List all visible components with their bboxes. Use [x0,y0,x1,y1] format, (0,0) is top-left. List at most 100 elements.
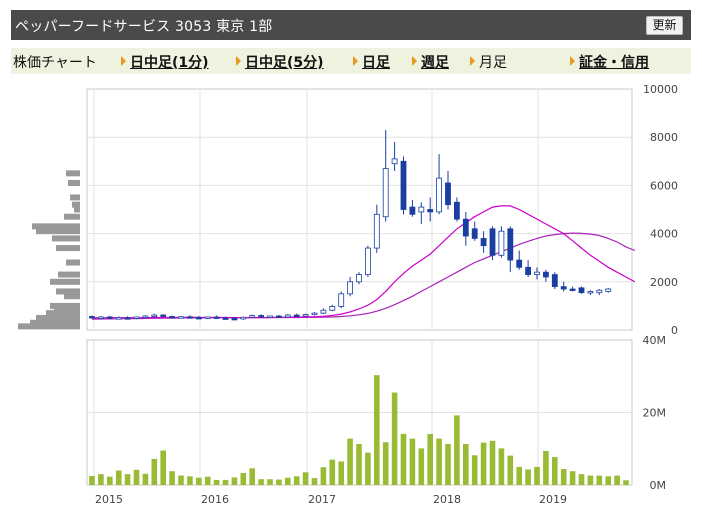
volume-bar [489,440,496,485]
candle-body [569,288,576,291]
candle-body [133,316,140,319]
volume-bar [543,450,549,485]
candle-body [382,168,389,218]
candlesticks [89,129,612,321]
volume-bar [293,476,300,485]
candle-body [124,317,131,320]
volume-bar [302,472,309,485]
candle-body [186,316,193,319]
price-tick-label: 4000 [650,228,678,241]
volume-bar [534,466,540,485]
volume-bar [98,474,104,485]
volume-bar [445,444,451,485]
price-band-bar [66,170,80,177]
volume-bar [338,461,344,485]
candle-body [106,316,113,319]
volume-bar [365,452,371,485]
candle-body [320,309,327,314]
volume-bar [311,478,318,485]
volume-tick-label: 20M [643,407,667,420]
candle-body [551,274,558,288]
volume-bar [178,475,184,485]
volume-bar [409,438,416,485]
candle-body [160,314,167,317]
volume-bar [623,480,629,485]
volume-bar [142,473,149,485]
candle-body [364,247,371,275]
candle-body [249,315,256,318]
volume-bar [463,444,469,485]
candle-body [240,316,247,320]
volume-bar [222,479,229,485]
candle-body [489,228,496,256]
candle-body [498,230,505,256]
volume-bar [267,479,273,485]
volume-bar [276,479,282,485]
candle-body [347,281,354,295]
candle-body [284,314,291,318]
candle-body [329,305,336,311]
price-band-bar [18,323,80,330]
candle-body [578,287,585,294]
price-tick-label: 10000 [643,83,678,96]
candle-body [356,274,362,283]
candle-body [596,289,603,294]
candle-body [293,314,300,317]
volume-tick-label: 40M [643,334,667,347]
volume-bar [596,475,603,485]
price-tick-label: 2000 [650,276,678,289]
candle-body [587,291,594,294]
volume-bar [498,448,505,485]
candle-body [453,201,460,220]
volume-bar [427,433,433,485]
candle-body [560,286,567,290]
volume-bar [552,457,558,485]
candle-body [409,206,416,215]
volume-bar [249,468,255,485]
volume-bar [124,474,131,485]
price-band-bar [56,245,80,252]
volume-bar [614,475,620,485]
volume-bar [418,448,425,485]
volume-bar [231,477,238,485]
candle-body [169,316,176,319]
candle-body [462,218,469,237]
price-band-bar [36,228,80,235]
candle-body [507,228,514,261]
candle-body [543,271,549,278]
volume-bar [605,476,611,485]
moving-averages [91,205,636,320]
candle-body [534,271,540,275]
volume-bar [320,467,327,485]
price-band-bar [58,271,80,278]
candle-body [89,316,95,319]
candle-body [98,316,104,319]
volume-bar [160,450,166,485]
candle-body [213,316,220,319]
volume-bar [213,479,220,485]
volume-bar [587,475,594,485]
candle-body [115,317,122,320]
candle-body [222,317,229,320]
candle-body [400,160,407,210]
price-band-bar [50,278,80,285]
price-tick-label: 8000 [650,131,678,144]
candle-body [373,213,380,249]
volume-tick-label: 0M [650,479,667,492]
candle-body [436,177,443,213]
candle-body [302,314,309,317]
volume-bar [196,477,202,485]
volume-bars [89,375,629,485]
candle-body [142,315,149,318]
price-band-bar [68,179,80,186]
candle-body [391,158,398,165]
price-plot-frame [86,88,633,331]
candle-body [151,314,158,317]
candle-body [204,316,211,319]
volume-bar [329,459,336,485]
candle-body [311,312,318,316]
volume-bar [356,444,362,485]
price-tick-label: 6000 [650,179,678,192]
volume-bar [133,469,140,485]
candle-body [525,266,531,275]
